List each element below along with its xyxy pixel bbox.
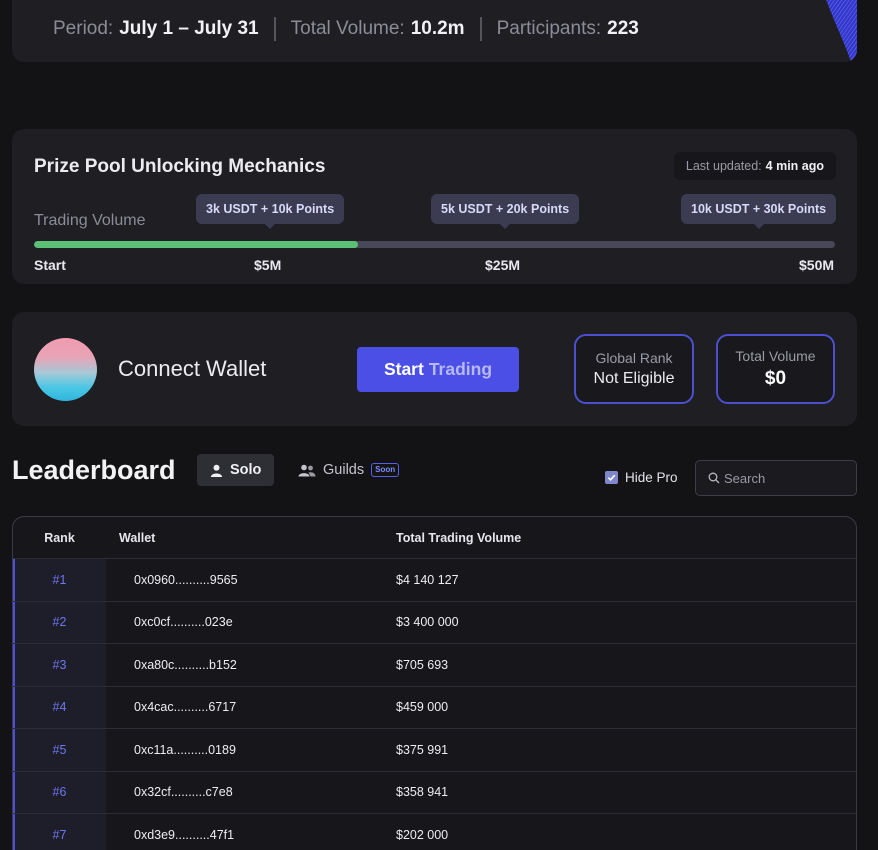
tab-guilds[interactable]: Guilds Soon	[296, 454, 401, 486]
hide-pro-label: Hide Pro	[625, 470, 678, 485]
wallet-cell: 0xc0cf..........023e	[134, 615, 233, 630]
rank-cell: #2	[13, 601, 106, 643]
progress-track	[34, 241, 835, 248]
connect-wallet-link[interactable]: Connect Wallet	[118, 356, 266, 382]
total-volume-box: Total Volume $0	[716, 334, 835, 404]
leaderboard-table: Rank Wallet Total Trading Volume #1 0x09…	[12, 516, 857, 850]
global-rank-value: Not Eligible	[593, 370, 675, 387]
wallet-cell: 0xa80c..........b152	[134, 657, 237, 672]
last-updated-chip: Last updated: 4 min ago	[673, 152, 836, 180]
wallet-cell: 0xd3e9..........47f1	[134, 827, 235, 842]
wallet-card: Connect Wallet Start Trading Global Rank…	[12, 312, 857, 426]
milestone-5m: $5M	[254, 257, 282, 273]
trading-volume-label: Trading Volume	[34, 212, 146, 229]
start-trading-label-a: Start	[383, 359, 424, 379]
tab-solo[interactable]: Solo	[197, 454, 275, 486]
milestone-25m: $25M	[485, 257, 521, 273]
period-value: July 1 – July 31	[119, 18, 259, 39]
global-rank-label: Global Rank	[595, 350, 673, 366]
participants-label: Participants:	[496, 18, 602, 39]
volume-cell: $459 000	[396, 700, 449, 715]
prize-pool-title: Prize Pool Unlocking Mechanics	[34, 156, 326, 177]
rank-cell: #3	[13, 644, 106, 686]
search-field[interactable]	[695, 460, 857, 496]
rank-cell: #1	[13, 559, 106, 601]
stats-row: Period: July 1 – July 31 Total Volume: 1…	[53, 15, 639, 43]
tab-guilds-label: Guilds	[323, 462, 365, 478]
volume-cell: $4 140 127	[396, 572, 459, 587]
table-row[interactable]: #5 0xc11a..........0189 $375 991	[13, 729, 856, 772]
start-trading-button[interactable]: Start Trading	[357, 347, 519, 392]
volume-cell: $358 941	[396, 785, 449, 800]
global-rank-box: Global Rank Not Eligible	[574, 334, 694, 404]
period-label: Period:	[53, 18, 114, 39]
rank-cell: #7	[13, 814, 106, 850]
tier-chip-2: 5k USDT + 20k Points	[431, 194, 580, 229]
users-icon	[298, 464, 316, 476]
avatar	[34, 338, 97, 401]
leaderboard-title: Leaderboard	[12, 455, 176, 485]
table-row[interactable]: #6 0x32cf..........c7e8 $358 941	[13, 771, 856, 814]
user-total-volume-value: $0	[764, 368, 787, 389]
start-trading-label-b: Trading	[428, 359, 493, 379]
table-row[interactable]: #1 0x0960..........9565 $4 140 127	[13, 559, 856, 602]
tier-chip-1: 3k USDT + 10k Points	[196, 194, 345, 229]
milestone-50m: $50M	[799, 257, 835, 273]
wallet-cell: 0x0960..........9565	[134, 572, 238, 587]
progress-fill	[34, 241, 359, 248]
volume-cell: $375 991	[396, 742, 449, 757]
soon-badge: Soon	[371, 463, 400, 477]
rank-cell: #6	[13, 771, 106, 813]
wallet-cell: 0x32cf..........c7e8	[134, 785, 233, 800]
search-icon	[708, 472, 720, 484]
volume-cell: $202 000	[396, 827, 449, 842]
decorative-mesh-graphic	[826, 0, 857, 62]
table-row[interactable]: #4 0x4cac..........6717 $459 000	[13, 686, 856, 729]
rank-cell: #5	[13, 729, 106, 771]
tier-chip-3: 10k USDT + 30k Points	[681, 194, 837, 229]
milestone-start: Start	[34, 257, 66, 273]
table-row[interactable]: #3 0xa80c..........b152 $705 693	[13, 644, 856, 687]
column-header-rank: Rank	[44, 530, 75, 545]
wallet-cell: 0xc11a..........0189	[134, 742, 236, 757]
hide-pro-toggle[interactable]: Hide Pro	[605, 470, 678, 485]
column-header-wallet: Wallet	[119, 530, 156, 545]
participants-value: 223	[607, 18, 639, 39]
table-row[interactable]: #7 0xd3e9..........47f1 $202 000	[13, 814, 856, 850]
hide-pro-checkbox[interactable]	[605, 471, 618, 484]
rank-cell: #4	[13, 686, 106, 728]
divider	[479, 17, 482, 41]
total-volume-value: 10.2m	[410, 18, 465, 39]
last-updated-value: 4 min ago	[765, 159, 824, 173]
check-icon	[607, 474, 616, 482]
column-header-volume: Total Trading Volume	[396, 530, 522, 545]
total-volume-label: Total Volume:	[290, 18, 405, 39]
competition-stats-card: Period: July 1 – July 31 Total Volume: 1…	[12, 0, 857, 62]
tab-solo-label: Solo	[230, 462, 262, 478]
search-input[interactable]	[724, 470, 844, 486]
volume-cell: $3 400 000	[396, 615, 459, 630]
page: Period: July 1 – July 31 Total Volume: 1…	[0, 0, 878, 850]
last-updated-label: Last updated:	[685, 159, 762, 173]
table-header: Rank Wallet Total Trading Volume	[13, 517, 856, 559]
divider	[273, 17, 276, 41]
user-icon	[210, 464, 223, 477]
table-row[interactable]: #2 0xc0cf..........023e $3 400 000	[13, 601, 856, 644]
volume-cell: $705 693	[396, 657, 449, 672]
user-total-volume-label: Total Volume	[735, 348, 816, 364]
wallet-cell: 0x4cac..........6717	[134, 700, 237, 715]
prize-pool-card: Prize Pool Unlocking Mechanics Last upda…	[12, 129, 857, 284]
